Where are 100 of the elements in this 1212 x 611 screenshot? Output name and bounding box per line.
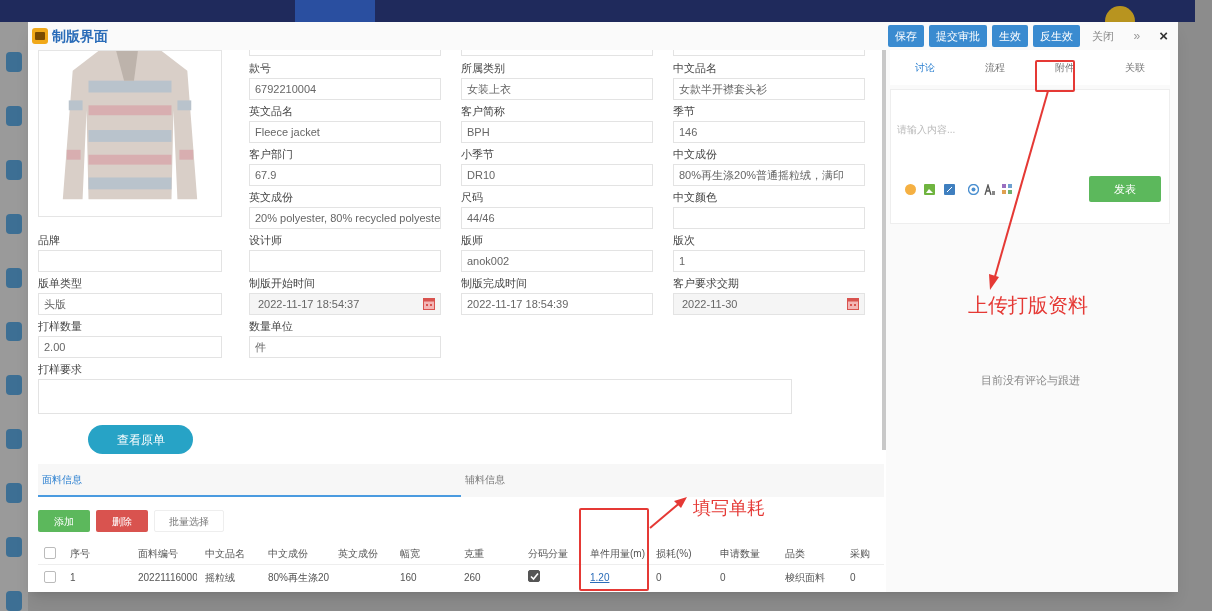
table-cell-text: 0 [655, 570, 663, 585]
input-field[interactable] [38, 250, 222, 272]
input-field[interactable]: 6792210004 [249, 78, 441, 100]
sidebar-app-icon[interactable] [6, 375, 22, 396]
table-cell-text: 160 [399, 570, 418, 585]
logo-icon [32, 28, 48, 44]
field-label: 英文成份 [249, 189, 294, 205]
input-field[interactable]: 2.00 [38, 336, 222, 358]
calendar-icon[interactable] [423, 298, 435, 310]
field-label: 客户要求交期 [673, 275, 740, 291]
toolbar-button[interactable]: 反生效 [1032, 25, 1080, 47]
tab[interactable]: 流程 [960, 60, 1030, 75]
table-cell-text: 摇粒绒 [204, 570, 236, 585]
input-field[interactable]: 女款半开襟套头衫 [673, 78, 865, 100]
column-header: 中文成份 [267, 546, 309, 561]
input-field[interactable]: 20% polyester, 80% recycled polyeste [249, 207, 441, 229]
sidebar-app-icon[interactable] [6, 52, 22, 72]
input-field[interactable]: BPH [461, 121, 653, 143]
tab[interactable]: 讨论 [890, 60, 960, 75]
scrollbar[interactable] [882, 50, 886, 450]
table-cell-text: 0 [849, 570, 857, 585]
sidebar-app-icon[interactable] [6, 213, 22, 234]
close-button[interactable]: × [1159, 24, 1168, 48]
sidebar-app-icon[interactable] [6, 537, 22, 558]
checkbox[interactable] [44, 571, 56, 583]
field-label: 小季节 [461, 146, 495, 162]
date-field[interactable]: 2022-11-30 [673, 293, 865, 315]
usage-link[interactable]: 1.20 [590, 571, 610, 583]
field-label: 中文成份 [673, 146, 718, 162]
input-field[interactable]: 头版 [38, 293, 222, 315]
sidebar-app-icon[interactable] [6, 429, 22, 450]
field-label: 版次 [673, 232, 696, 248]
input-field[interactable] [249, 250, 441, 272]
image-icon[interactable] [924, 183, 935, 195]
column-header: 克重 [463, 546, 485, 561]
column-header: 单件用量(m) [589, 546, 646, 561]
column-header: 申请数量 [719, 546, 761, 561]
field-label: 打样要求 [38, 361, 83, 377]
sidebar-app-icon[interactable] [6, 483, 22, 504]
checkbox[interactable] [528, 570, 540, 582]
input-field[interactable] [673, 50, 865, 56]
action-button[interactable]: 删除 [96, 510, 148, 532]
input-field[interactable] [461, 50, 653, 56]
empty-message: 目前没有评论与跟进 [979, 373, 1081, 388]
at-icon[interactable] [968, 183, 979, 195]
sidebar-app-icon[interactable] [6, 591, 22, 611]
annotation-text: 上传打版资料 [968, 293, 1088, 318]
column-header: 面料编号 [137, 546, 179, 561]
field-label: 客户部门 [249, 146, 294, 162]
field-label: 制版开始时间 [249, 275, 316, 291]
input-field[interactable]: 44/46 [461, 207, 653, 229]
toolbar-button[interactable]: 生效 [991, 25, 1028, 47]
column-header: 英文成份 [337, 546, 379, 561]
calendar-icon[interactable] [847, 298, 859, 310]
field-label: 版单类型 [38, 275, 83, 291]
input-field[interactable]: 1 [673, 250, 865, 272]
field-label: 制版完成时间 [461, 275, 528, 291]
field-label: 款号 [249, 60, 272, 76]
toolbar-button[interactable]: 提交审批 [928, 25, 987, 47]
highlight-frame [1035, 60, 1075, 92]
input-field[interactable]: 女装上衣 [461, 78, 653, 100]
input-field[interactable]: DR10 [461, 164, 653, 186]
date-field[interactable]: 2022-11-17 18:54:37 [249, 293, 441, 315]
field-label: 季节 [673, 103, 696, 119]
sidebar-app-icon[interactable] [6, 321, 22, 342]
column-header: 中文品名 [204, 546, 246, 561]
toolbar-button[interactable]: 关闭 [1084, 25, 1121, 47]
field-label: 数量单位 [249, 318, 294, 334]
input-field[interactable]: 67.9 [249, 164, 441, 186]
tab[interactable]: 关联 [1100, 60, 1170, 75]
tab[interactable]: 面料信息 [38, 464, 461, 497]
input-field[interactable] [249, 50, 441, 56]
checkbox[interactable] [44, 547, 56, 559]
view-order-button[interactable]: 查看原单 [88, 425, 193, 454]
toolbar-button[interactable]: 保存 [887, 25, 924, 47]
input-field[interactable]: Fleece jacket [249, 121, 441, 143]
field-label: 尺码 [461, 189, 484, 205]
sidebar-app-icon[interactable] [6, 159, 22, 180]
comment-field[interactable]: 请输入内容... [890, 89, 1170, 169]
field-label: 设计师 [249, 232, 283, 248]
input-field[interactable]: 2022-11-17 18:54:39 [461, 293, 653, 315]
input-field[interactable]: 件 [249, 336, 441, 358]
sidebar-app-icon[interactable] [6, 267, 22, 288]
input-field[interactable] [673, 207, 865, 229]
sidebar-app-icon[interactable] [6, 105, 22, 126]
column-header: 序号 [69, 546, 91, 561]
text-area[interactable] [38, 379, 792, 414]
nav-tab[interactable] [295, 0, 375, 22]
window-title: 制版界面 [52, 26, 108, 46]
column-header: 损耗(%) [655, 546, 693, 561]
input-field[interactable]: 146 [673, 121, 865, 143]
grid-icon[interactable] [1002, 184, 1012, 194]
field-label: 客户简称 [461, 103, 506, 119]
action-button[interactable]: 批量选择 [154, 510, 224, 532]
font-icon[interactable] [984, 183, 996, 195]
input-field[interactable]: anok002 [461, 250, 653, 272]
field-label: 英文品名 [249, 103, 294, 119]
table-cell-text: 20221116000 [137, 570, 197, 585]
tab[interactable]: 辅料信息 [461, 464, 884, 497]
input-field[interactable]: 80%再生涤20%普通摇粒绒，满印 [673, 164, 865, 186]
